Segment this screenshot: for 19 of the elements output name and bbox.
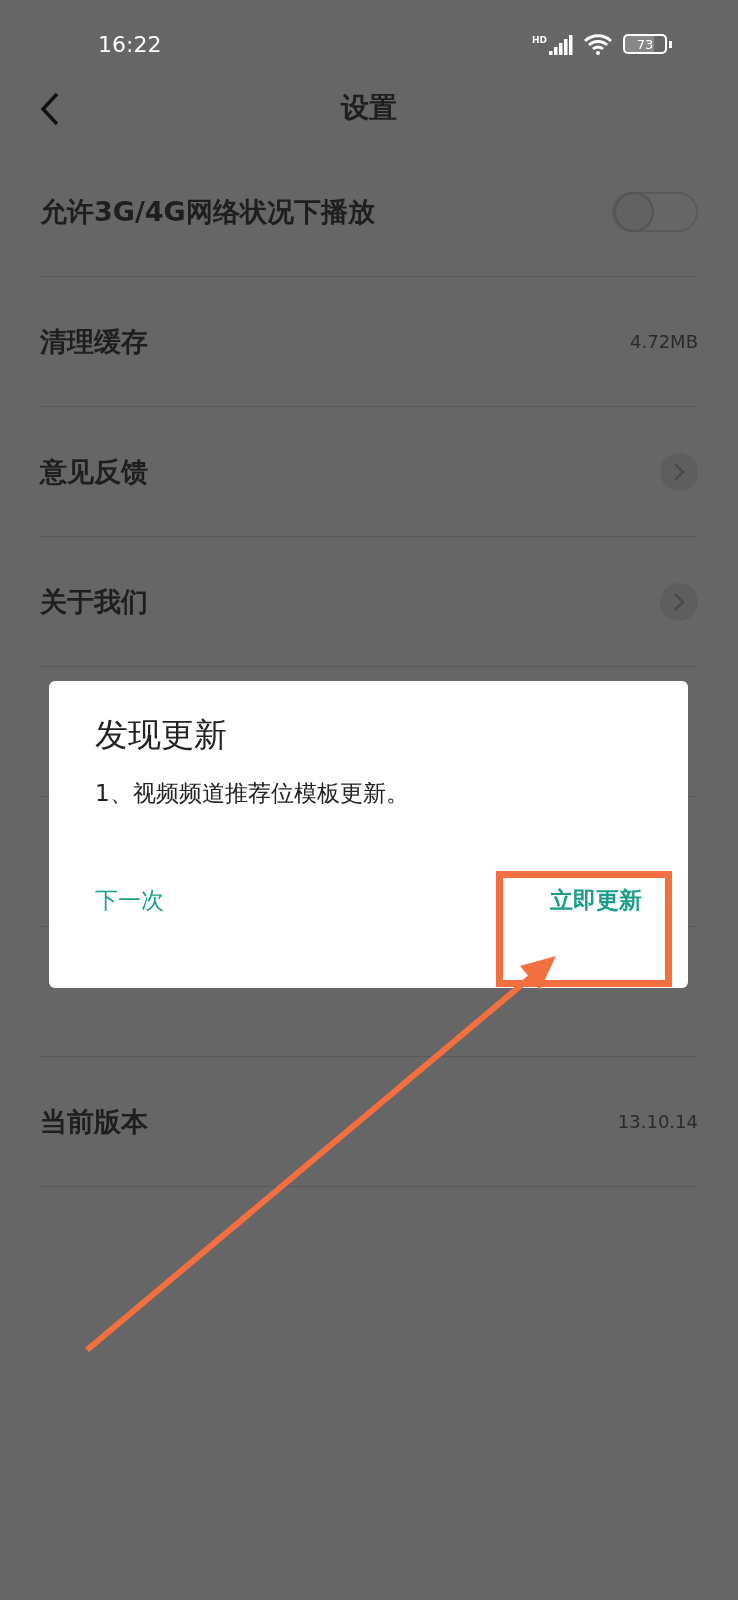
setting-label: 清理缓存	[40, 324, 148, 359]
dialog-button[interactable]: 立即更新	[550, 885, 642, 916]
status-time: 16:22	[98, 31, 162, 57]
network-label: HD	[532, 35, 547, 45]
setting-label: 当前版本	[40, 1104, 148, 1139]
setting-value: 4.72MB	[630, 331, 698, 352]
signal-icon	[549, 33, 573, 55]
setting-label: 允许3G/4G网络状况下播放	[40, 194, 375, 229]
wifi-icon	[583, 33, 613, 55]
back-icon[interactable]	[40, 92, 60, 126]
page-title: 设置	[341, 90, 397, 126]
dialog-button[interactable]: 下一次	[95, 885, 164, 916]
chevron-icon[interactable]	[660, 452, 698, 491]
setting-label[interactable]: 意见反馈	[40, 453, 148, 490]
setting-value: 13.10.14	[617, 1111, 698, 1132]
dialog-title: 发现更新	[95, 714, 228, 756]
dialog-message: 1、视频频道推荐位模板更新。	[95, 779, 410, 808]
chevron-icon[interactable]	[660, 582, 698, 621]
setting-label[interactable]: 关于我们	[40, 583, 148, 620]
